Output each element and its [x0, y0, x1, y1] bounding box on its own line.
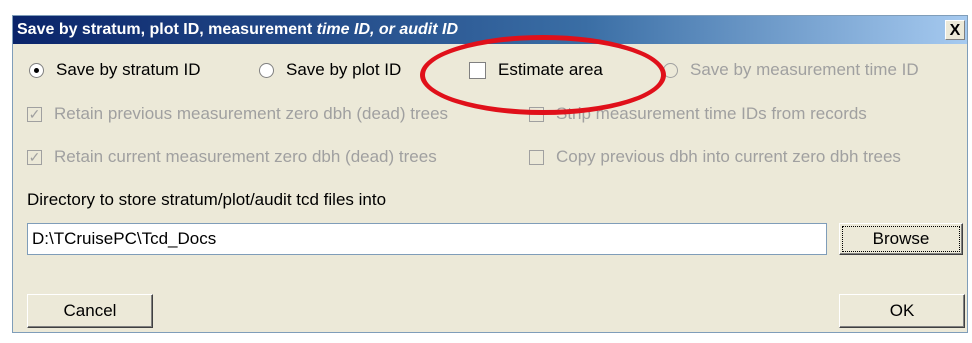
checkbox-unchecked-icon — [529, 106, 544, 122]
checkbox-strip-time-ids[interactable]: Strip measurement time IDs from records — [529, 104, 867, 124]
checkbox-unchecked-icon — [469, 61, 486, 79]
checkmark-icon: ✓ — [27, 148, 42, 165]
checkbox-retain-previous-label: Retain previous measurement zero dbh (de… — [54, 104, 449, 123]
ok-button[interactable]: OK — [839, 294, 965, 328]
checkbox-estimate-area-label: Estimate area — [498, 60, 603, 79]
save-dialog: Save by stratum, plot ID, measurement ti… — [12, 15, 968, 333]
radio-save-by-measurement-time-label: Save by measurement time ID — [690, 60, 919, 79]
radio-selected-icon — [29, 62, 44, 78]
dialog-titlebar: Save by stratum, plot ID, measurement ti… — [13, 16, 967, 44]
radio-save-by-plot[interactable]: Save by plot ID — [259, 60, 401, 80]
dialog-title-italic: time ID, or audit ID — [316, 21, 458, 38]
checkbox-retain-previous[interactable]: ✓ Retain previous measurement zero dbh (… — [27, 104, 448, 124]
checkbox-copy-previous-dbh[interactable]: Copy previous dbh into current zero dbh … — [529, 147, 901, 167]
cancel-button[interactable]: Cancel — [27, 294, 153, 328]
checkbox-retain-current[interactable]: ✓ Retain current measurement zero dbh (d… — [27, 147, 437, 167]
browse-button[interactable]: Browse — [839, 223, 963, 255]
dialog-title: Save by stratum, plot ID, measurement — [17, 21, 317, 38]
checkmark-icon: ✓ — [27, 105, 42, 122]
checkbox-unchecked-icon — [529, 149, 544, 165]
directory-label: Directory to store stratum/plot/audit tc… — [27, 190, 387, 209]
checkbox-retain-current-label: Retain current measurement zero dbh (dea… — [54, 147, 437, 166]
radio-save-by-plot-label: Save by plot ID — [286, 60, 402, 79]
radio-save-by-stratum[interactable]: Save by stratum ID — [29, 60, 201, 80]
checkbox-copy-previous-dbh-label: Copy previous dbh into current zero dbh … — [556, 147, 901, 166]
close-button[interactable]: X — [945, 20, 965, 40]
radio-save-by-stratum-label: Save by stratum ID — [56, 60, 201, 79]
radio-disabled-icon — [663, 62, 678, 78]
directory-input[interactable] — [27, 223, 827, 255]
checkbox-estimate-area[interactable]: Estimate area — [469, 60, 603, 80]
radio-unselected-icon — [259, 62, 274, 78]
checkbox-strip-time-ids-label: Strip measurement time IDs from records — [556, 104, 867, 123]
radio-save-by-measurement-time[interactable]: Save by measurement time ID — [663, 60, 919, 80]
